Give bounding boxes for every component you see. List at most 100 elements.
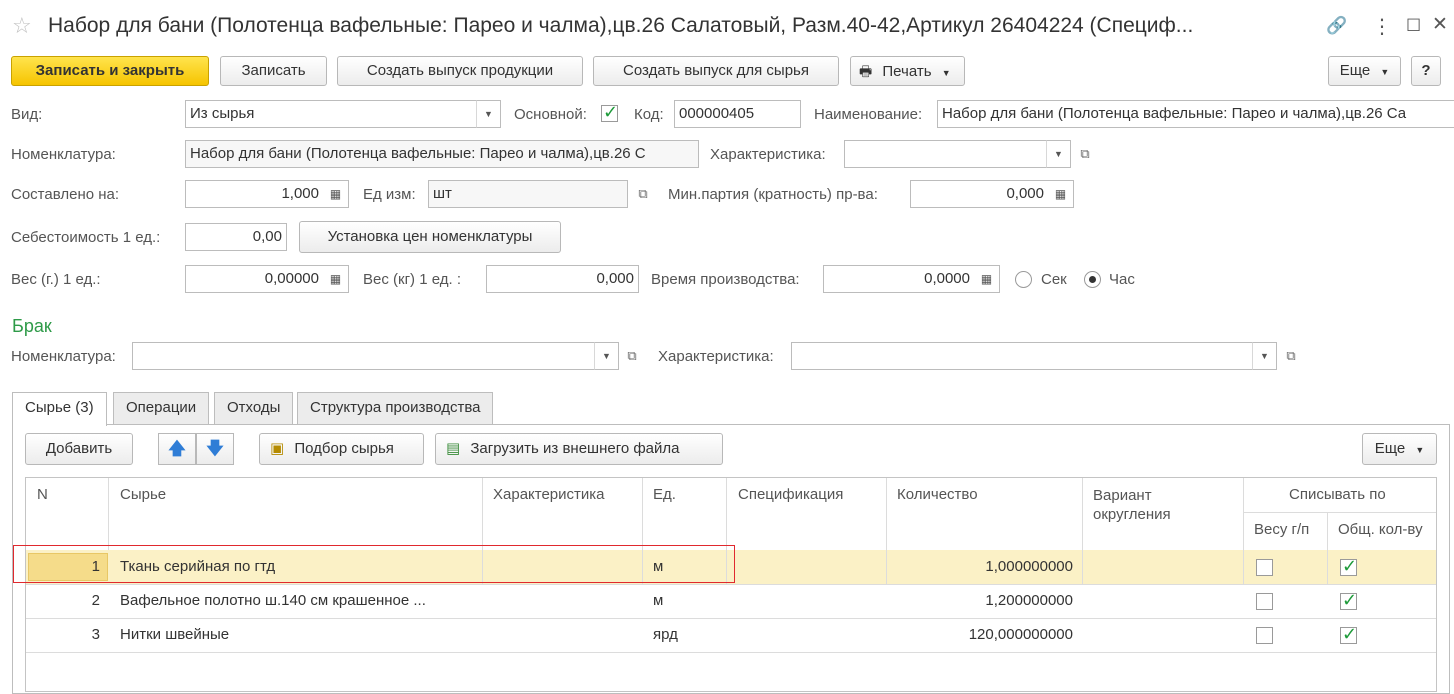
table-row[interactable]: 2 Вафельное полотно ш.140 см крашенное .… <box>26 584 1436 618</box>
tab-more-label: Еще <box>1374 440 1406 457</box>
brak-harakt-field[interactable] <box>791 342 1253 370</box>
row-vesu-checkbox[interactable] <box>1256 593 1273 610</box>
row-obsh-checkbox[interactable]: ✓ <box>1340 556 1358 576</box>
row-obsh-checkbox[interactable]: ✓ <box>1340 624 1358 644</box>
ves-kg-field[interactable]: 0,000 <box>486 265 639 293</box>
vid-field[interactable]: Из сырья <box>185 100 477 128</box>
row-kol: 120,000000000 <box>968 626 1073 643</box>
col-header-variant[interactable]: Вариант округления <box>1093 486 1203 524</box>
kod-field[interactable]: 000000405 <box>674 100 801 128</box>
vid-dropdown-icon[interactable]: ▼ <box>476 100 501 128</box>
ves-g-label: Вес (г.) 1 ед.: <box>11 271 101 288</box>
more-label: Еще <box>1339 62 1371 79</box>
check-icon: ✓ <box>603 102 619 122</box>
check-icon: ✓ <box>1342 624 1358 644</box>
ed-open-icon[interactable]: ⧉ <box>632 183 654 205</box>
sebest-label: Себестоимость 1 ед.: <box>11 229 161 246</box>
radio-selected-dot <box>1089 276 1096 283</box>
load-file-icon: ▤ <box>446 440 461 457</box>
col-header-vesu[interactable]: Весу г/п <box>1254 521 1309 538</box>
col-header-ed[interactable]: Ед. <box>653 486 676 503</box>
row-spec <box>738 584 878 618</box>
print-label: Печать <box>882 63 932 80</box>
row-ed: ярд <box>653 626 678 643</box>
create-product-release-button[interactable]: Создать выпуск продукции <box>337 56 583 86</box>
chevron-down-icon: ▼ <box>941 68 951 78</box>
sek-label: Сек <box>1041 271 1067 288</box>
harakt-field[interactable] <box>844 140 1047 168</box>
row-variant <box>1093 618 1233 652</box>
create-raw-release-button[interactable]: Создать выпуск для сырья <box>593 56 839 86</box>
title-bar: ☆ Набор для бани (Полотенца вафельные: П… <box>0 0 1454 55</box>
ustanovka-cen-button[interactable]: Установка цен номенклатуры <box>299 221 561 253</box>
harakt-label: Характеристика: <box>710 146 826 163</box>
tab-struktura[interactable]: Структура производства <box>297 392 494 424</box>
nomenkl-field[interactable]: Набор для бани (Полотенца вафельные: Пар… <box>185 140 699 168</box>
maximize-icon[interactable]: ☐ <box>1406 16 1421 36</box>
podbor-button[interactable]: ▣ Подбор сырья <box>259 433 424 465</box>
move-down-arrow-icon[interactable]: 🡇 <box>196 433 234 465</box>
min-partiya-field[interactable]: 0,000 <box>910 180 1049 208</box>
podbor-label: Подбор сырья <box>294 440 394 457</box>
vremya-field[interactable]: 0,0000 <box>823 265 975 293</box>
naim-field[interactable]: Набор для бани (Полотенца вафельные: Пар… <box>937 100 1454 128</box>
brak-nomenkl-open-icon[interactable]: ⧉ <box>621 345 643 367</box>
move-up-arrow-icon[interactable]: 🡅 <box>158 433 196 465</box>
print-button[interactable]: 🖶 Печать ▼ <box>850 56 965 86</box>
favorite-star-icon[interactable]: ☆ <box>12 13 32 39</box>
brak-nomenkl-dropdown-icon[interactable]: ▼ <box>594 342 619 370</box>
raw-materials-table: N Сырье Характеристика Ед. Спецификация … <box>25 477 1437 692</box>
ves-g-field[interactable]: 0,00000 <box>185 265 324 293</box>
calculator-icon[interactable]: ▦ <box>1048 180 1074 208</box>
calculator-icon[interactable]: ▦ <box>974 265 1000 293</box>
chas-label: Час <box>1109 271 1135 288</box>
tab-othody[interactable]: Отходы <box>214 392 294 424</box>
col-header-syrye[interactable]: Сырье <box>120 486 166 503</box>
save-button[interactable]: Записать <box>220 56 327 86</box>
naim-label: Наименование: <box>814 106 923 123</box>
col-header-harakt[interactable]: Характеристика <box>493 486 605 503</box>
calculator-icon[interactable]: ▦ <box>323 265 349 293</box>
calculator-icon[interactable]: ▦ <box>323 180 349 208</box>
link-icon[interactable]: 🔗 <box>1326 16 1347 36</box>
highlight-box <box>13 545 735 583</box>
ed-field[interactable]: шт <box>428 180 628 208</box>
sostavleno-field[interactable]: 1,000 <box>185 180 324 208</box>
brak-harakt-open-icon[interactable]: ⧉ <box>1280 345 1302 367</box>
row-obsh-checkbox[interactable]: ✓ <box>1340 591 1357 610</box>
close-icon[interactable]: ✕ <box>1432 13 1448 36</box>
row-harakt <box>493 584 633 618</box>
col-header-obsh[interactable]: Общ. кол-ву <box>1338 521 1423 538</box>
col-header-n[interactable]: N <box>37 486 48 503</box>
harakt-dropdown-icon[interactable]: ▼ <box>1046 140 1071 168</box>
window-title: Набор для бани (Полотенца вафельные: Пар… <box>48 14 1194 37</box>
col-header-kol[interactable]: Количество <box>897 486 978 503</box>
tab-operacii[interactable]: Операции <box>113 392 210 424</box>
vremya-label: Время производства: <box>651 271 800 288</box>
row-vesu-checkbox[interactable] <box>1256 559 1273 576</box>
harakt-open-icon[interactable]: ⧉ <box>1074 143 1096 165</box>
ed-label: Ед изм: <box>363 186 416 203</box>
col-header-spec[interactable]: Спецификация <box>738 486 843 503</box>
osnovnoy-checkbox[interactable]: ✓ <box>601 102 619 122</box>
add-button[interactable]: Добавить <box>25 433 133 465</box>
tab-more-button[interactable]: Еще ▼ <box>1362 433 1437 465</box>
row-vesu-checkbox[interactable] <box>1256 627 1273 644</box>
sebest-field[interactable]: 0,00 <box>185 223 287 251</box>
more-button[interactable]: Еще ▼ <box>1328 56 1401 86</box>
more-menu-icon[interactable]: ⋮ <box>1372 14 1392 39</box>
save-close-button[interactable]: Записать и закрыть <box>11 56 209 86</box>
col-header-spisyvat: Списывать по <box>1289 486 1386 503</box>
check-icon: ✓ <box>1342 556 1358 576</box>
tab-syrye[interactable]: Сырье (3) <box>12 392 107 426</box>
brak-nomenkl-field[interactable] <box>132 342 595 370</box>
row-spec <box>738 618 878 652</box>
chas-radio[interactable] <box>1084 271 1101 288</box>
sek-radio[interactable] <box>1015 271 1032 288</box>
table-row[interactable]: 3 Нитки швейные ярд 120,000000000 ✓ <box>26 618 1436 652</box>
help-button[interactable]: ? <box>1411 56 1441 86</box>
brak-harakt-dropdown-icon[interactable]: ▼ <box>1252 342 1277 370</box>
load-external-button[interactable]: ▤ Загрузить из внешнего файла <box>435 433 723 465</box>
printer-icon: 🖶 <box>859 63 873 79</box>
row-spec <box>738 550 878 584</box>
